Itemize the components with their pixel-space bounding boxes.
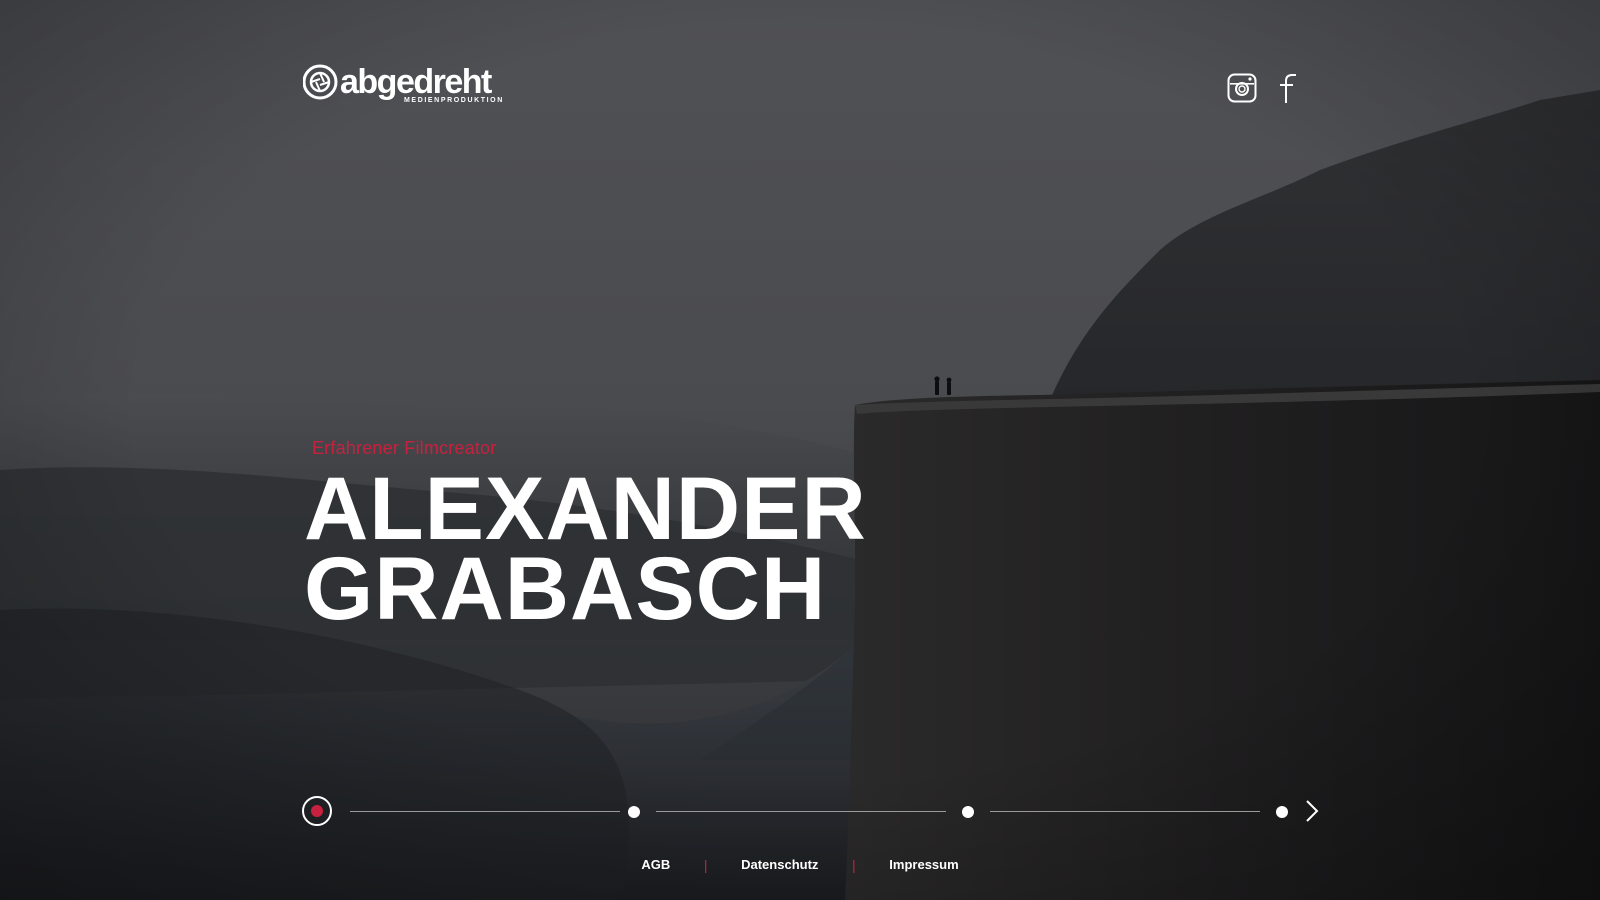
brand-name: abgedreht — [340, 64, 492, 101]
slide-progress-nav — [302, 794, 1322, 828]
slide-dot-2[interactable] — [628, 806, 640, 818]
footer-link-impressum[interactable]: Impressum — [889, 857, 958, 872]
progress-line — [656, 811, 946, 812]
instagram-link[interactable] — [1227, 72, 1257, 104]
brand-logo[interactable]: abgedreht MEDIENPRODUKTION — [303, 64, 513, 106]
brand-tagline: MEDIENPRODUKTION — [404, 97, 504, 104]
footer-link-datenschutz[interactable]: Datenschutz — [741, 857, 818, 872]
footer-separator: | — [703, 856, 708, 873]
slide-dot-3[interactable] — [962, 806, 974, 818]
slide-dot-4[interactable] — [1276, 806, 1288, 818]
chevron-right-icon — [1306, 800, 1319, 822]
footer-separator: | — [852, 856, 856, 873]
headline-line-2: GRABASCH — [304, 538, 827, 638]
active-dot-core — [311, 805, 323, 817]
progress-line — [350, 811, 620, 812]
facebook-link[interactable] — [1277, 72, 1301, 104]
hero-headline: ALEXANDER GRABASCH — [304, 458, 867, 638]
hero-section: Erfahrener Filmcreator ALEXANDER GRABASC… — [304, 436, 867, 638]
site-footer: AGB | Datenschutz | Impressum — [0, 856, 1600, 880]
hero-eyebrow: Erfahrener Filmcreator — [312, 438, 497, 458]
footer-link-agb[interactable]: AGB — [641, 857, 670, 872]
facebook-icon — [1280, 74, 1296, 103]
next-slide-button[interactable] — [1302, 798, 1322, 824]
headline-line-1: ALEXANDER — [304, 458, 867, 558]
progress-line — [990, 811, 1260, 812]
aperture-icon — [303, 64, 338, 100]
slide-dot-1-active[interactable] — [302, 796, 332, 826]
instagram-icon — [1227, 73, 1257, 103]
site-header: abgedreht MEDIENPRODUKTION — [0, 0, 1600, 140]
